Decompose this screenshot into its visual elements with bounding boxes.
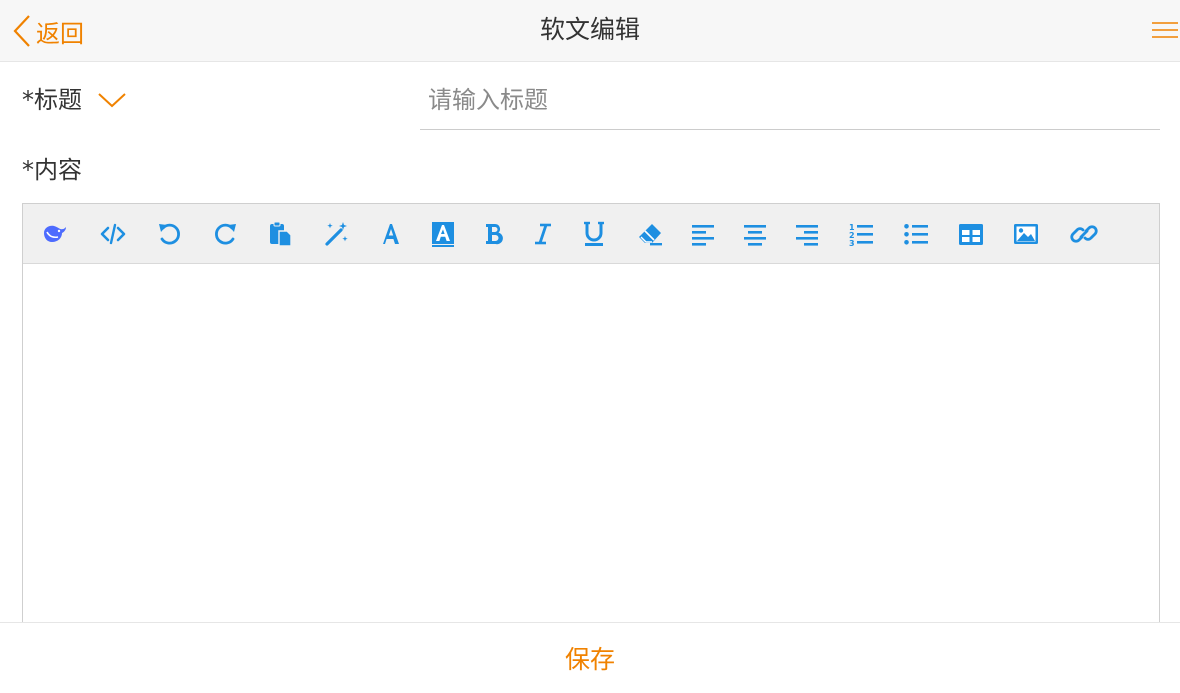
- font-color-icon: [383, 224, 399, 244]
- font-color-button[interactable]: [375, 218, 407, 250]
- image-icon: [1014, 224, 1038, 244]
- editor-content-area[interactable]: [23, 264, 1159, 632]
- underline-icon: [584, 221, 604, 246]
- unordered-list-icon: [904, 224, 928, 245]
- align-left-icon: [692, 225, 714, 246]
- undo-icon: [159, 223, 180, 245]
- deepseek-button[interactable]: [39, 218, 71, 250]
- header-bar: 返回 软文编辑: [0, 0, 1180, 62]
- background-color-button[interactable]: [427, 218, 459, 250]
- insert-table-button[interactable]: [955, 218, 987, 250]
- deepseek-icon: [44, 225, 66, 242]
- magic-wand-icon: [325, 222, 348, 246]
- code-view-button[interactable]: [97, 218, 129, 250]
- underline-button[interactable]: [578, 218, 610, 250]
- title-label: *标题: [22, 86, 82, 114]
- ordered-list-button[interactable]: 1 2 3: [845, 218, 877, 250]
- align-right-button[interactable]: [791, 218, 823, 250]
- bold-button[interactable]: [478, 218, 510, 250]
- title-dropdown-toggle[interactable]: [97, 88, 127, 112]
- redo-button[interactable]: [209, 218, 241, 250]
- align-center-button[interactable]: [739, 218, 771, 250]
- italic-button[interactable]: [527, 218, 559, 250]
- paste-icon: [270, 221, 292, 247]
- menu-button[interactable]: [1152, 20, 1178, 40]
- insert-image-button[interactable]: [1010, 218, 1042, 250]
- article-editor-page: 返回 软文编辑 *标题 *内容: [0, 0, 1180, 693]
- ordered-list-icon: 1 2 3: [849, 223, 873, 248]
- background-color-icon: [432, 222, 454, 247]
- insert-link-button[interactable]: [1068, 218, 1100, 250]
- footer-bar: 保存: [0, 622, 1180, 693]
- save-button[interactable]: 保存: [0, 643, 1180, 677]
- align-left-button[interactable]: [687, 218, 719, 250]
- chevron-down-icon: [98, 93, 126, 108]
- paste-button[interactable]: [264, 218, 296, 250]
- code-view-icon: [100, 223, 126, 245]
- align-right-icon: [796, 225, 818, 246]
- content-label: *内容: [22, 156, 82, 184]
- italic-icon: [535, 223, 551, 245]
- eraser-icon: [639, 224, 662, 246]
- undo-button[interactable]: [154, 218, 186, 250]
- redo-icon: [215, 223, 236, 245]
- page-title: 软文编辑: [539, 15, 640, 44]
- bold-icon: [486, 223, 503, 245]
- align-center-icon: [744, 225, 766, 246]
- rich-text-editor: 1 2 3: [22, 203, 1160, 633]
- editor-toolbar: 1 2 3: [23, 204, 1159, 264]
- format-brush-button[interactable]: [320, 218, 352, 250]
- clear-format-button[interactable]: [634, 218, 666, 250]
- svg-text:3: 3: [849, 239, 855, 248]
- unordered-list-button[interactable]: [900, 218, 932, 250]
- hamburger-menu-icon: [1152, 22, 1178, 38]
- title-input[interactable]: [420, 70, 1160, 130]
- table-icon: [959, 224, 983, 245]
- link-icon: [1070, 225, 1098, 243]
